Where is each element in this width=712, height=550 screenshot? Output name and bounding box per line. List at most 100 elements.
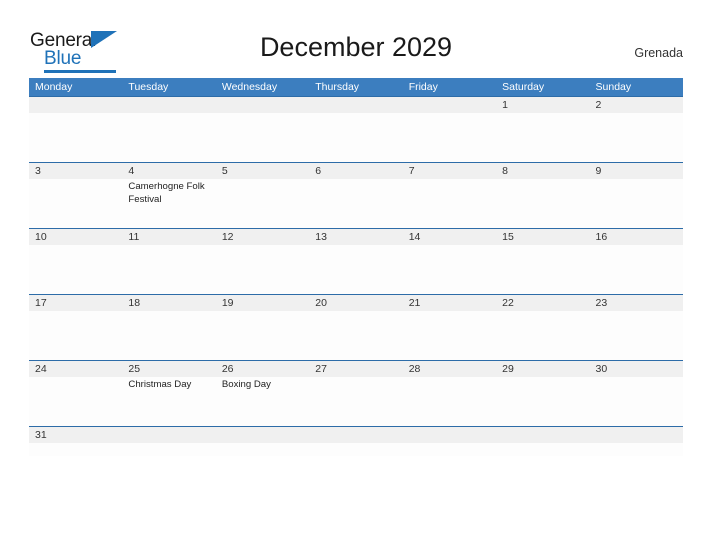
day-number: 9 [595,165,602,177]
day-cell-13[interactable]: 13 [309,229,402,294]
day-cell-4[interactable]: 4 Camerhogne Folk Festival [122,163,215,228]
day-cell-18[interactable]: 18 [122,295,215,360]
day-number: 5 [221,165,228,177]
weekday-header-row: Monday Tuesday Wednesday Thursday Friday Satu… [29,78,683,96]
weekday-header-saturday: Saturday [502,81,545,93]
day-number: 29 [502,363,514,375]
calendar-week-row: 17 18 19 20 21 22 23 [29,294,683,360]
event-label: Boxing Day [221,379,271,390]
day-cell-9[interactable]: 9 [590,163,683,228]
day-cell-empty [403,427,496,456]
day-cell-16[interactable]: 16 [590,229,683,294]
day-number: 18 [128,297,141,309]
calendar-week-row: 12 [29,96,683,162]
day-cell-15[interactable]: 15 [496,229,589,294]
day-number: 2 [595,99,602,111]
day-number: 22 [502,297,514,309]
day-number: 25 [128,363,141,375]
logo-underline [44,70,116,73]
day-cell-28[interactable]: 28 [403,361,496,426]
calendar-week-row: 24 25 Christmas Day 26 Boxing Day 27 28 29 30 [29,360,683,426]
day-number: 31 [35,429,47,441]
day-events: Camerhogne Folk Festival [128,180,209,206]
day-cell-11[interactable]: 11 [122,229,215,294]
day-cell-30[interactable]: 30 [590,361,683,426]
weekday-header-friday: Friday [408,81,438,93]
day-cell-6[interactable]: 6 [309,163,402,228]
day-cell-17[interactable]: 17 [29,295,122,360]
day-number: 13 [315,231,327,243]
calendar-page: General Blue December 2029 Grenada Monda… [0,0,712,550]
day-cell-20[interactable]: 20 [309,295,402,360]
day-cell-3[interactable]: 3 [29,163,122,228]
day-number: 16 [595,231,608,243]
day-number: 10 [35,231,47,243]
day-number: 1 [502,99,508,111]
event-label: Christmas Day [128,379,192,390]
calendar-week-row: 3 4 Camerhogne Folk Festival 5 6 7 8 9 [29,162,683,228]
day-cell-24[interactable]: 24 [29,361,122,426]
day-events: Christmas Day [128,378,209,391]
day-number: 17 [35,297,47,309]
day-cell-empty [403,97,496,162]
page-header: General Blue December 2029 Grenada [0,0,712,78]
page-title: December 2029 [259,32,453,62]
day-cell-empty [590,427,683,456]
weekday-header-sunday: Sunday [595,81,632,93]
day-cell-12[interactable]: 12 [216,229,309,294]
day-cell-26[interactable]: 26 Boxing Day [216,361,309,426]
day-number: 15 [502,231,514,243]
day-number: 30 [595,363,608,375]
day-number: 4 [128,165,135,177]
day-cell-7[interactable]: 7 [403,163,496,228]
day-cell-29[interactable]: 29 [496,361,589,426]
country-label: Grenada [634,46,683,60]
day-number: 28 [408,363,421,375]
day-number: 23 [595,297,608,309]
day-number: 7 [408,165,415,177]
day-cell-empty [216,97,309,162]
day-cell-empty [29,97,122,162]
calendar-weeks: 1 2 3 4 Camerhogne Folk Festival 5 6 7 8 9 10 11 12 1… [29,96,683,456]
day-cell-22[interactable]: 22 [496,295,589,360]
day-cell-8[interactable]: 8 [496,163,589,228]
day-number: 20 [315,297,327,309]
day-cell-empty [122,97,215,162]
weekday-header-tuesday: Tuesday [128,81,169,93]
day-number: 12 [221,231,234,243]
day-number: 8 [502,165,508,177]
day-cell-21[interactable]: 21 [403,295,496,360]
day-number: 6 [315,165,322,177]
day-cell-empty [216,427,309,456]
day-cell-2[interactable]: 2 [590,97,683,162]
day-cell-25[interactable]: 25 Christmas Day [122,361,215,426]
day-number: 3 [35,165,41,177]
day-cell-27[interactable]: 27 [309,361,402,426]
calendar-table: Monday Tuesday Wednesday Thursday Friday Satu… [29,78,683,456]
day-cell-31[interactable]: 31 [29,427,122,456]
day-number: 19 [221,297,234,309]
day-number: 14 [408,231,421,243]
weekday-header-thursday: Thursday [315,81,360,93]
day-events: Boxing Day [222,378,303,391]
day-number: 26 [221,363,234,375]
day-cell-empty [309,427,402,456]
day-cell-23[interactable]: 23 [590,295,683,360]
day-cell-empty [309,97,402,162]
day-cell-empty [496,427,589,456]
weekday-header-monday: Monday [35,81,73,93]
event-label: Camerhogne Folk Festival [128,181,205,205]
day-cell-14[interactable]: 14 [403,229,496,294]
day-cell-5[interactable]: 5 [216,163,309,228]
calendar-week-row: 10 11 12 13 14 15 16 [29,228,683,294]
day-number: 27 [315,363,327,375]
day-cell-10[interactable]: 10 [29,229,122,294]
weekday-header-wednesday: Wednesday [221,81,278,93]
day-number: 24 [35,363,47,375]
calendar-week-row: 31 [29,426,683,456]
day-cell-19[interactable]: 19 [216,295,309,360]
day-cell-empty [122,427,215,456]
day-cell-1[interactable]: 1 [496,97,589,162]
day-number: 11 [128,231,140,243]
day-number: 21 [408,297,421,309]
